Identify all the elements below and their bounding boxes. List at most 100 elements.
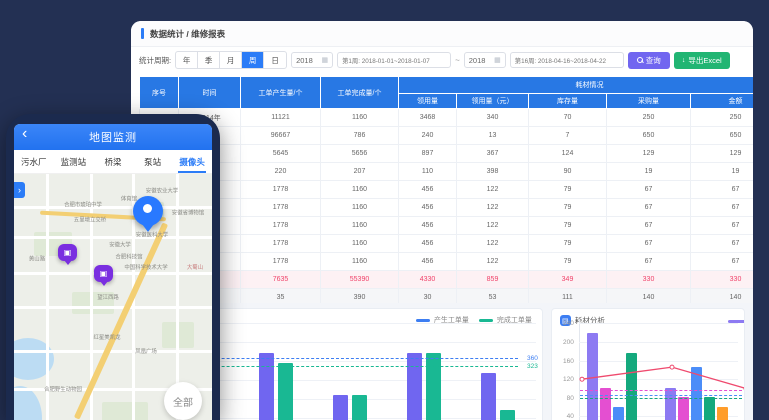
table-cell: 1778 xyxy=(241,199,321,217)
table-cell: 79 xyxy=(529,253,607,271)
table-cell: 1160 xyxy=(321,253,399,271)
bar-产生工单量 xyxy=(259,353,274,420)
table-row: 17781160456122796767 xyxy=(140,253,754,271)
map-label: 安徽农业大学 xyxy=(146,186,178,194)
table-cell: 129 xyxy=(691,145,754,163)
table-row: 17781160456122796767 xyxy=(140,217,754,235)
sub-column-header: 库存量 xyxy=(529,94,607,109)
table-cell: 124 xyxy=(529,145,607,163)
sub-column-header: 领用量 xyxy=(399,94,457,109)
table-row: 12014年111211160346834070250250 xyxy=(140,109,754,127)
group-header: 耗材情况 xyxy=(399,77,754,94)
bar-产生工单量 xyxy=(481,373,496,420)
table-cell: 456 xyxy=(399,199,457,217)
table-row: 220207110398901919 xyxy=(140,163,754,181)
camera-icon: ▣ xyxy=(100,269,108,278)
map-label: 体育馆 xyxy=(121,194,137,202)
table-cell: 67 xyxy=(691,199,754,217)
table-cell: 220 xyxy=(241,163,321,181)
table-cell: 67 xyxy=(607,217,691,235)
end-year-select[interactable]: 2018 ▦ xyxy=(464,52,506,68)
map-label: 合肥野生动物园 xyxy=(44,384,82,392)
table-cell: 5645 xyxy=(241,145,321,163)
table-cell: 122 xyxy=(457,217,529,235)
sub-column-header: 采购量 xyxy=(607,94,691,109)
table-cell: 11121 xyxy=(241,109,321,127)
table-cell: 897 xyxy=(399,145,457,163)
table-cell: 1160 xyxy=(321,199,399,217)
period-option-周[interactable]: 周 xyxy=(242,52,264,68)
report-table-body: 12014年1112111603468340702502509666778624… xyxy=(140,109,754,307)
phone-overlay: ‹ 地图监测 污水厂监测站桥梁泵站摄像头 › xyxy=(6,114,220,420)
bar-完成工单量 xyxy=(500,410,515,420)
phone-tab-泵站[interactable]: 泵站 xyxy=(133,150,173,173)
table-cell: 67 xyxy=(691,235,754,253)
breadcrumb-text: 数据统计 / 维修报表 xyxy=(150,28,225,40)
map-park-area xyxy=(102,402,148,420)
table-cell: 13 xyxy=(457,127,529,145)
period-option-季[interactable]: 季 xyxy=(198,52,220,68)
table-cell: 1778 xyxy=(241,217,321,235)
export-button-label: 导出Excel xyxy=(688,55,721,66)
bar-产生工单量 xyxy=(333,395,348,420)
calendar-icon: ▦ xyxy=(494,56,501,64)
map-road xyxy=(14,272,212,275)
calendar-icon: ▦ xyxy=(321,56,328,64)
phone-page-title: 地图监测 xyxy=(89,129,137,145)
table-cell: 207 xyxy=(321,163,399,181)
table-cell: 456 xyxy=(399,235,457,253)
map-road xyxy=(14,350,212,353)
end-year-value: 2018 xyxy=(469,56,486,65)
camera-icon: ▣ xyxy=(64,248,72,257)
bar-产生工单量 xyxy=(407,353,422,420)
table-cell: 650 xyxy=(691,127,754,145)
phone-tab-污水厂[interactable]: 污水厂 xyxy=(14,150,54,173)
period-option-年[interactable]: 年 xyxy=(176,52,198,68)
back-icon[interactable]: ‹ xyxy=(22,125,27,143)
period-option-日[interactable]: 日 xyxy=(264,52,286,68)
camera-pin[interactable]: ▣ xyxy=(94,265,113,282)
table-cell: 122 xyxy=(457,235,529,253)
table-cell: 349 xyxy=(529,271,607,289)
camera-pin[interactable]: ▣ xyxy=(58,244,77,261)
map-panel-expander[interactable]: › xyxy=(14,182,25,198)
selected-location-pin[interactable] xyxy=(133,196,163,226)
legend-swatch xyxy=(479,319,493,322)
table-cell: 19 xyxy=(691,163,754,181)
table-cell: 650 xyxy=(607,127,691,145)
table-cell: 786 xyxy=(321,127,399,145)
map-view[interactable]: › ▣ ▣ 全部 合肥市琥珀中学体育馆安徽农业大学五里墩立交桥安徽省博物馆安徽医… xyxy=(14,174,212,420)
table-cell: 67 xyxy=(607,253,691,271)
table-cell: 250 xyxy=(691,109,754,127)
start-week-input[interactable]: 第1周: 2018-01-01~2018-01-07 xyxy=(337,52,451,68)
show-all-button[interactable]: 全部 xyxy=(164,382,202,420)
table-cell: 90 xyxy=(529,163,607,181)
search-button[interactable]: 查询 xyxy=(628,52,670,69)
bar-完成工单量 xyxy=(352,395,367,420)
map-label: 合肥市琥珀中学 xyxy=(64,200,102,208)
map-water-area xyxy=(14,386,42,420)
phone-tab-监测站[interactable]: 监测站 xyxy=(54,150,94,173)
phone-tab-桥梁[interactable]: 桥梁 xyxy=(93,150,133,173)
column-header: 时间 xyxy=(179,77,241,109)
table-cell: 4330 xyxy=(399,271,457,289)
column-header: 工单完成量/个 xyxy=(321,77,399,109)
map-road xyxy=(14,306,212,309)
period-segmented-control: 年季月周日 xyxy=(175,51,287,69)
report-table: 序号时间工单产生量/个工单完成量/个耗材情况领用量领用量（元）库存量采购量金额 … xyxy=(139,76,753,307)
phone-tab-摄像头[interactable]: 摄像头 xyxy=(172,150,212,173)
start-year-select[interactable]: 2018 ▦ xyxy=(291,52,333,68)
end-week-input[interactable]: 第16周: 2018-04-16~2018-04-22 xyxy=(510,52,624,68)
export-excel-button[interactable]: ↓ 导出Excel xyxy=(674,52,730,69)
chart-gridline xyxy=(579,323,738,324)
map-label: 凤凰广场 xyxy=(135,346,157,354)
map-road xyxy=(14,236,212,239)
map-label: 大蜀山 xyxy=(187,262,203,270)
table-cell: 340 xyxy=(457,109,529,127)
range-separator: ~ xyxy=(455,56,460,65)
table-cell: 1160 xyxy=(321,217,399,235)
table-cell: 122 xyxy=(457,253,529,271)
period-option-月[interactable]: 月 xyxy=(220,52,242,68)
sub-column-header: 金额 xyxy=(691,94,754,109)
consumables-bar-line-chart: 2402001601208040 xyxy=(552,327,744,420)
